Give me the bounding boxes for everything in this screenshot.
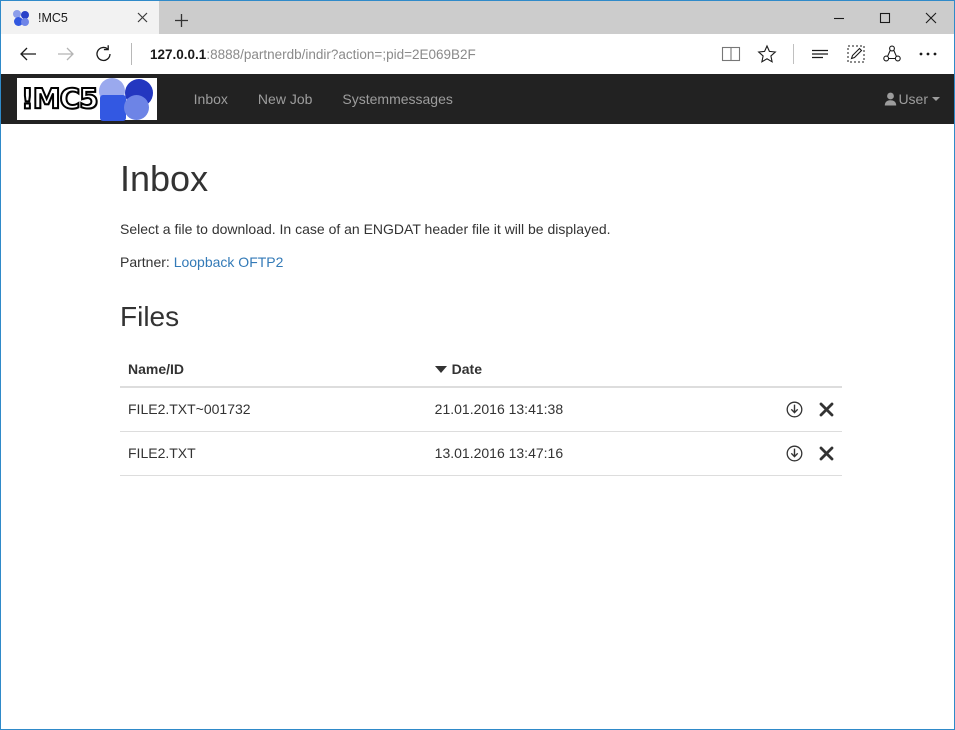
window-controls <box>816 1 954 34</box>
partner-label: Partner: <box>120 254 170 270</box>
brand-text: !MC5 <box>20 82 100 115</box>
reading-view-button[interactable] <box>713 38 749 70</box>
column-header-date-label: Date <box>451 361 483 377</box>
browser-toolbar: 127.0.0.1:8888/partnerdb/indir?action=;p… <box>1 34 954 74</box>
row-actions-cell <box>766 430 842 476</box>
user-menu[interactable]: User <box>884 74 940 124</box>
favorites-button[interactable] <box>749 38 785 70</box>
section-title-files: Files <box>120 301 180 332</box>
maximize-icon <box>879 12 891 23</box>
tab-title: !MC5 <box>38 10 68 25</box>
forward-button[interactable] <box>47 38 85 70</box>
url-host: 127.0.0.1 <box>150 46 207 62</box>
plus-icon <box>174 13 188 27</box>
new-tab-button[interactable] <box>159 6 203 34</box>
more-button[interactable] <box>910 38 946 70</box>
partner-line: Partner: Loopback OFTP2 <box>120 252 842 272</box>
site-navbar: !MC5 Inbox New Job Systemmessages User <box>1 74 954 124</box>
tab-close-icon[interactable] <box>131 7 153 29</box>
brand-logo[interactable]: !MC5 <box>17 78 157 121</box>
delete-x-icon[interactable] <box>819 446 834 461</box>
download-icon[interactable] <box>786 401 803 418</box>
hub-icon <box>812 49 828 59</box>
url-text: 127.0.0.1:8888/partnerdb/indir?action=;p… <box>150 47 476 62</box>
more-icon <box>919 52 937 56</box>
chevron-down-icon <box>932 97 940 101</box>
titlebar: !MC5 <box>1 1 954 34</box>
close-window-button[interactable] <box>908 1 954 34</box>
delete-x-icon[interactable] <box>819 402 834 417</box>
maximize-button[interactable] <box>862 1 908 34</box>
user-icon <box>884 92 897 106</box>
column-header-actions <box>766 353 842 388</box>
table-header-row: Name/ID Date <box>120 353 842 388</box>
web-note-icon <box>847 45 865 63</box>
toolbar-separator <box>793 44 794 64</box>
files-table-head: Name/ID Date <box>120 353 842 388</box>
address-separator <box>131 43 132 65</box>
url-path: :8888/partnerdb/indir?action=;pid=2E069B… <box>206 46 476 62</box>
partner-link[interactable]: Loopback OFTP2 <box>174 254 284 270</box>
tab-strip: !MC5 <box>1 1 203 34</box>
files-table-body: FILE2.TXT~001732 21.01.2016 13:41:38 FIL… <box>120 386 842 476</box>
close-icon <box>925 12 937 23</box>
file-name-cell: FILE2.TXT~001732 <box>120 386 427 432</box>
table-row[interactable]: FILE2.TXT 13.01.2016 13:47:16 <box>120 430 842 476</box>
share-icon <box>883 45 901 62</box>
minimize-icon <box>834 17 844 19</box>
toolbar-icons <box>713 38 946 70</box>
reading-view-icon <box>721 46 741 62</box>
back-button[interactable] <box>9 38 47 70</box>
file-date-cell: 13.01.2016 13:47:16 <box>426 430 767 476</box>
refresh-icon <box>96 45 111 62</box>
web-note-button[interactable] <box>838 38 874 70</box>
nav-item-new-job[interactable]: New Job <box>243 74 327 124</box>
nav-item-inbox[interactable]: Inbox <box>179 74 243 124</box>
sort-descending-caret-icon <box>434 366 447 373</box>
table-row[interactable]: FILE2.TXT~001732 21.01.2016 13:41:38 <box>120 386 842 432</box>
column-header-name[interactable]: Name/ID <box>120 353 427 388</box>
browser-tab[interactable]: !MC5 <box>1 1 159 34</box>
site-nav-links: Inbox New Job Systemmessages <box>179 74 468 124</box>
file-date-cell: 21.01.2016 13:41:38 <box>426 386 767 432</box>
file-name-cell: FILE2.TXT <box>120 430 427 476</box>
refresh-button[interactable] <box>85 38 123 70</box>
share-button[interactable] <box>874 38 910 70</box>
user-menu-label: User <box>898 91 928 107</box>
hub-button[interactable] <box>802 38 838 70</box>
files-table: Name/ID Date FILE2.TXT~001732 21.01.2016… <box>120 353 842 476</box>
mc5-dots-logo-icon <box>98 78 155 121</box>
page-title: Inbox <box>120 158 209 199</box>
nav-item-systemmessages[interactable]: Systemmessages <box>327 74 467 124</box>
minimize-button[interactable] <box>816 1 862 34</box>
row-actions-cell <box>766 386 842 432</box>
page-description: Select a file to download. In case of an… <box>120 221 611 237</box>
page-content: Inbox Select a file to download. In case… <box>1 124 954 729</box>
download-icon[interactable] <box>786 445 803 462</box>
forward-arrow-icon <box>58 47 74 61</box>
column-header-date[interactable]: Date <box>426 353 767 388</box>
favorites-star-icon <box>757 44 777 63</box>
content-container: Inbox Select a file to download. In case… <box>120 124 842 476</box>
mc5-dots-favicon-icon <box>13 9 29 26</box>
back-arrow-icon <box>20 47 36 61</box>
browser-window: !MC5 127.0.0.1:8888/partnerdb/indir?acti… <box>0 0 955 730</box>
address-bar[interactable]: 127.0.0.1:8888/partnerdb/indir?action=;p… <box>131 39 713 69</box>
